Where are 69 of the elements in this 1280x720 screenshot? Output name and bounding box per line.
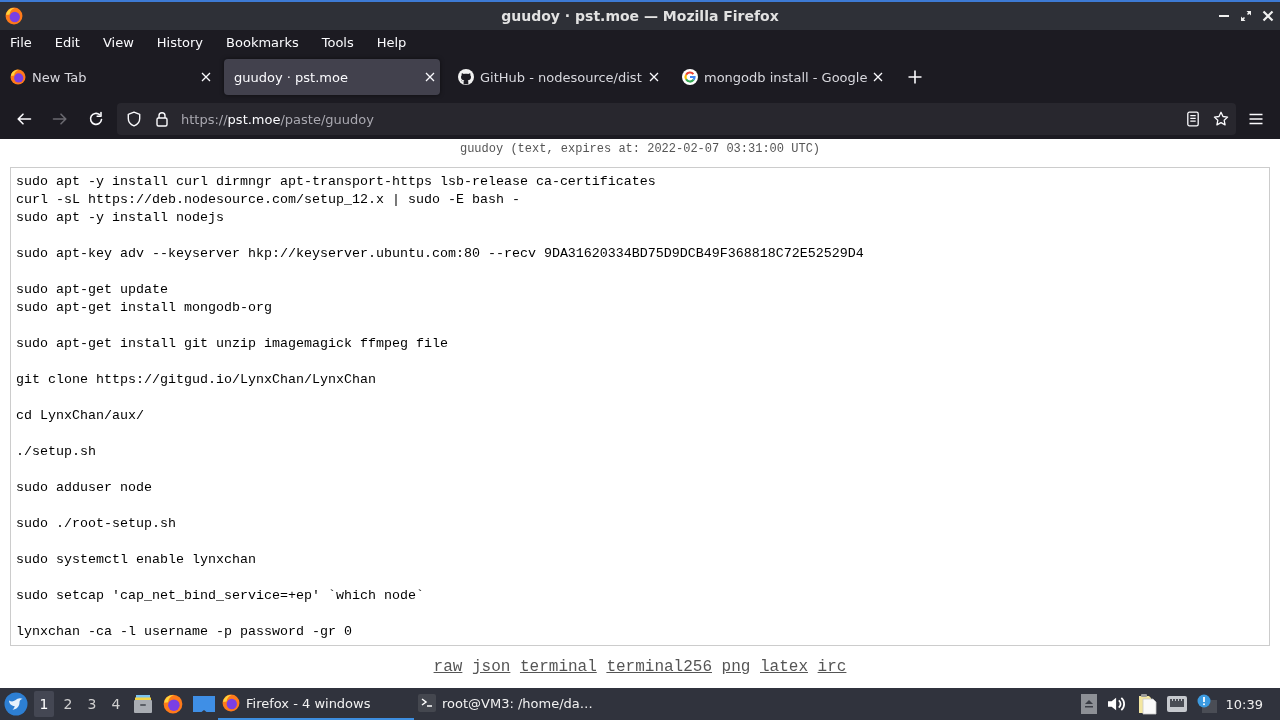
- format-link[interactable]: png: [721, 658, 751, 676]
- menu-item[interactable]: File: [6, 33, 36, 52]
- maximize-icon[interactable]: [1240, 10, 1252, 22]
- browser-logo-icon: [10, 69, 26, 85]
- menu-item[interactable]: Edit: [50, 33, 84, 52]
- code-line: git clone https://gitgud.io/LynxChan/LynxChan: [16, 371, 376, 389]
- eject-icon[interactable]: [1080, 694, 1097, 714]
- paste-info: guudoy (text, expires at: 2022-02-07 03:31:00 UTC): [459, 141, 821, 157]
- browser-logo-icon[interactable]: [163, 694, 183, 714]
- taskbar-button[interactable]: Firefox - 4 windows: [218, 688, 414, 720]
- browser-tab[interactable]: New Tab: [0, 59, 216, 95]
- code-line: sudo setcap 'cap_net_bind_service=+ep' `which node`: [16, 587, 424, 605]
- menu-item[interactable]: Help: [372, 33, 411, 52]
- url-text: https://pst.moe/paste/guudoy: [181, 111, 374, 127]
- code-line: lynxchan -ca -l username -p password -gr 0: [16, 623, 352, 641]
- code-line: sudo apt-key adv --keyserver hkp://keyserver.ubuntu.com:80 --recv 9DA31620334BD75D9DCB49F368818C72E52529D4: [16, 245, 864, 263]
- format-link[interactable]: raw: [433, 658, 463, 676]
- workspace-button[interactable]: 2: [58, 691, 78, 717]
- volume-icon[interactable]: [1105, 695, 1128, 713]
- clock: 10:39: [1225, 696, 1263, 712]
- format-link[interactable]: latex: [760, 658, 808, 676]
- cat-logo-icon: [458, 69, 474, 85]
- reload-icon[interactable]: [88, 111, 104, 127]
- code-line: curl -sL https://deb.nodesource.com/setup_12.x | sudo -E bash -: [16, 191, 520, 209]
- menu-item[interactable]: History: [152, 33, 208, 52]
- browser-logo-icon: [222, 694, 240, 712]
- menu-item[interactable]: Tools: [317, 33, 358, 52]
- code-line: sudo apt -y install curl dirmngr apt-transport-https lsb-release ca-certificates: [16, 173, 656, 191]
- clipboard-icon[interactable]: [1136, 693, 1157, 715]
- code-line: sudo adduser node: [16, 479, 152, 497]
- format-link[interactable]: json: [471, 658, 511, 676]
- workspace-button[interactable]: 4: [106, 691, 126, 717]
- app-menu-icon[interactable]: [4, 692, 28, 716]
- format-link[interactable]: terminal: [519, 658, 597, 676]
- menu-icon[interactable]: [1248, 111, 1264, 127]
- address-bar[interactable]: https://pst.moe/paste/guudoy: [117, 103, 1236, 135]
- code-line: sudo systemctl enable lynxchan: [16, 551, 256, 569]
- g-logo-icon: [682, 69, 698, 85]
- browser-logo-icon: [5, 7, 23, 25]
- window-title: guudoy · pst.moe — Mozilla Firefox: [501, 8, 779, 24]
- back-icon[interactable]: [16, 111, 32, 127]
- code-line: cd LynxChan/aux/: [16, 407, 144, 425]
- lock-icon[interactable]: [154, 111, 170, 127]
- reader-view-icon[interactable]: [1185, 111, 1201, 127]
- code-line: sudo apt -y install nodejs: [16, 209, 224, 227]
- shield-icon[interactable]: [126, 111, 142, 127]
- close-icon[interactable]: [1262, 10, 1274, 22]
- browser-tab[interactable]: mongodb install - Google: [672, 59, 888, 95]
- plus-icon[interactable]: [907, 69, 923, 85]
- alert-icon[interactable]: [1196, 694, 1217, 714]
- code-line: sudo apt-get install git unzip imagemagick ffmpeg file: [16, 335, 448, 353]
- code-line: ./setup.sh: [16, 443, 96, 461]
- format-link[interactable]: irc: [817, 658, 847, 676]
- window-icon[interactable]: [193, 694, 215, 714]
- code-line: sudo ./root-setup.sh: [16, 515, 176, 533]
- network-icon[interactable]: [1165, 694, 1188, 714]
- menu-item[interactable]: View: [98, 33, 138, 52]
- taskbar-button[interactable]: root@VM3: /home/da…: [414, 688, 610, 720]
- star-icon[interactable]: [1213, 111, 1229, 127]
- workspace-button[interactable]: 3: [82, 691, 102, 717]
- file-drawer-icon[interactable]: [133, 694, 153, 714]
- format-link[interactable]: terminal256: [606, 658, 712, 676]
- code-line: sudo apt-get update: [16, 281, 168, 299]
- browser-tab[interactable]: GitHub - nodesource/dist: [448, 59, 664, 95]
- code-line: sudo apt-get install mongodb-org: [16, 299, 272, 317]
- browser-tab[interactable]: guudoy · pst.moe: [224, 59, 440, 95]
- menu-item[interactable]: Bookmarks: [222, 33, 303, 52]
- terminal-icon: [418, 694, 436, 712]
- workspace-button[interactable]: 1: [34, 691, 54, 717]
